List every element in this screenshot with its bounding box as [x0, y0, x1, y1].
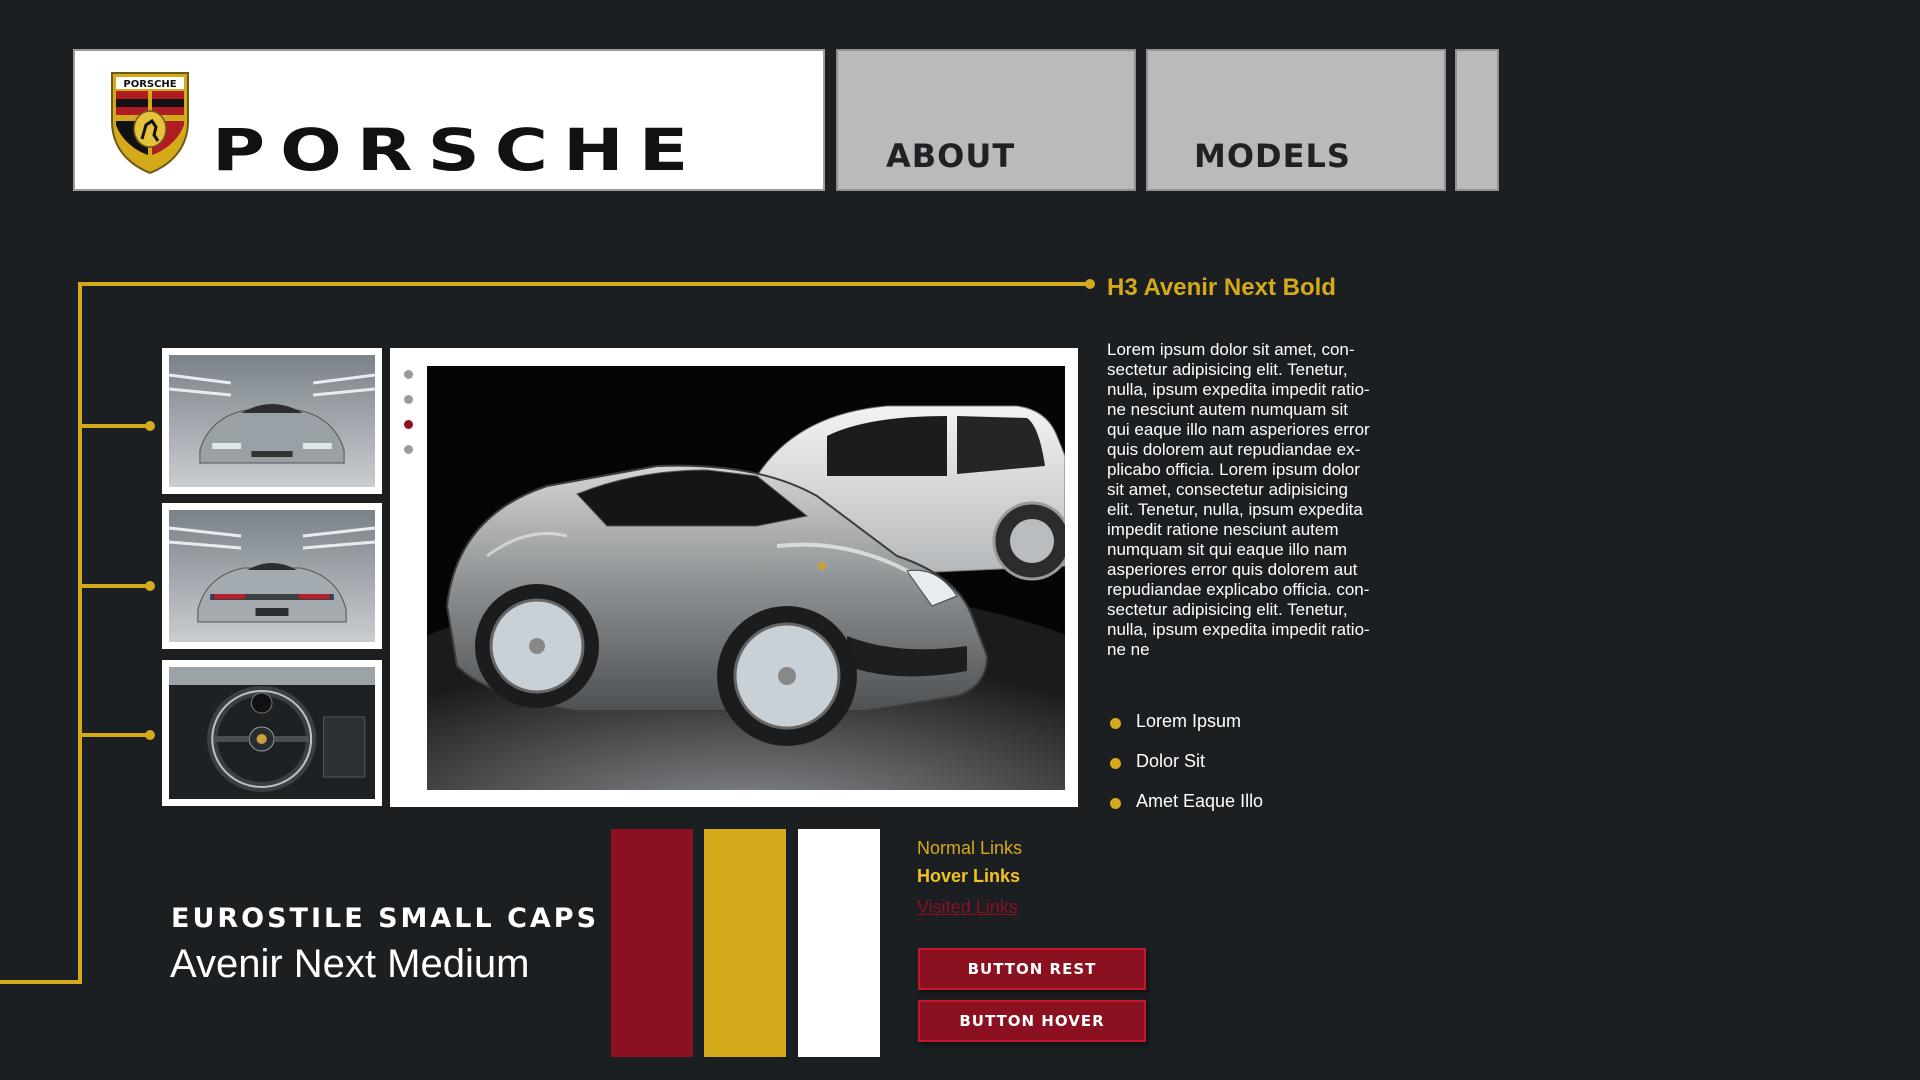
pager-dot-1[interactable] [404, 370, 413, 379]
tab-models-label: MODELS [1194, 137, 1351, 175]
bullet-dot-2 [1110, 758, 1121, 769]
swatch-white [798, 829, 880, 1057]
porsche-wordmark: PORSCHE [212, 116, 704, 184]
font-connector-line [0, 980, 82, 984]
swatch-gold [704, 829, 786, 1057]
heading-connector-line [80, 282, 1090, 286]
thumb-2-connector [80, 584, 150, 588]
car-rear-thumbnail-icon [169, 510, 375, 642]
car-front-thumbnail-icon [169, 355, 375, 487]
list-item: Amet Eaque Illo [1136, 791, 1264, 811]
thumb-3-connector [80, 733, 150, 737]
pager-dot-4[interactable] [404, 445, 413, 454]
hover-link[interactable]: Hover Links [917, 866, 1020, 887]
thumbnail-interior[interactable] [162, 660, 382, 806]
tab-more[interactable] [1455, 49, 1499, 191]
body-paragraph: Lorem ipsum dolor sit amet, con- sectetu… [1107, 340, 1370, 659]
list-item: Dolor Sit [1136, 751, 1206, 771]
visited-link[interactable]: Visited Links [917, 897, 1018, 918]
medium-font-sample: Avenir Next Medium [170, 942, 530, 986]
list-item: Lorem Ipsum [1136, 711, 1242, 731]
pager-dot-2[interactable] [404, 395, 413, 404]
thumb-3-connector-dot [145, 730, 155, 740]
svg-text:PORSCHE: PORSCHE [123, 79, 176, 90]
bullet-dot-3 [1110, 798, 1121, 809]
button-hover[interactable]: BUTTON HOVER [918, 1000, 1146, 1042]
thumb-1-connector-dot [145, 421, 155, 431]
thumb-2-connector-dot [145, 581, 155, 591]
section-heading: H3 Avenir Next Bold [1107, 274, 1336, 301]
steering-wheel-thumbnail-icon [169, 667, 375, 799]
caps-font-sample: EUROSTILE SMALL CAPS [171, 903, 600, 934]
tab-about-label: ABOUT [886, 137, 1016, 175]
thumbnail-car-rear[interactable] [162, 503, 382, 649]
heading-connector-dot [1085, 279, 1095, 289]
bullet-dot-1 [1110, 718, 1121, 729]
tab-models[interactable]: MODELS [1146, 49, 1446, 191]
button-rest[interactable]: BUTTON REST [918, 948, 1146, 990]
main-car-photo [427, 366, 1065, 790]
thumbnail-car-front[interactable] [162, 348, 382, 494]
vertical-connector-line [78, 282, 82, 984]
normal-link[interactable]: Normal Links [917, 838, 1022, 859]
tab-about[interactable]: ABOUT [836, 49, 1136, 191]
swatch-red [611, 829, 693, 1057]
thumb-1-connector [80, 424, 150, 428]
pager-dot-3-active[interactable] [404, 420, 413, 429]
porsche-crest-icon: PORSCHE [111, 72, 189, 175]
